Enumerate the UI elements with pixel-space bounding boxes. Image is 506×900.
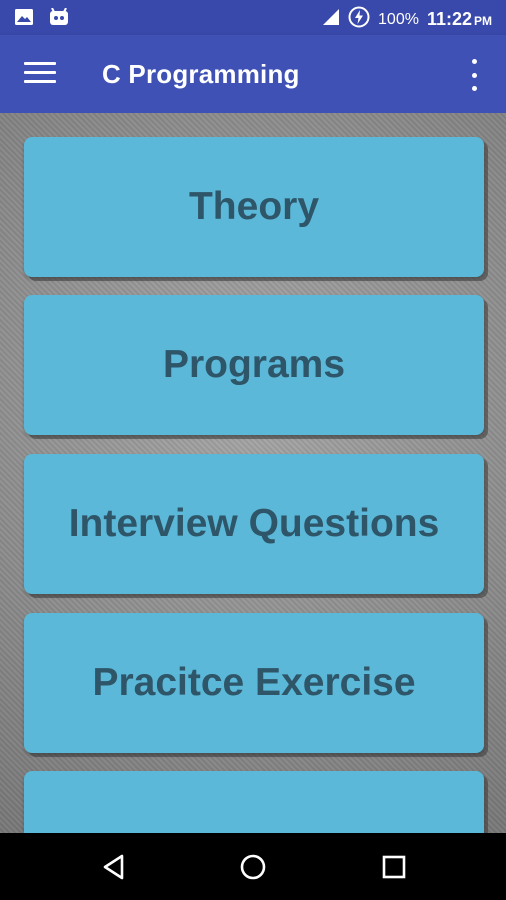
menu-card-label: Interview Questions [68, 502, 440, 545]
menu-card-partial[interactable] [24, 771, 484, 833]
status-time: 11:22 PM [427, 9, 492, 30]
menu-card-theory[interactable]: Theory [24, 137, 484, 277]
menu-list: Theory Programs Interview Questions Prac… [0, 113, 506, 833]
app-title: C Programming [102, 59, 300, 89]
hamburger-menu-icon[interactable] [24, 62, 56, 86]
image-icon [14, 8, 34, 31]
home-icon[interactable] [237, 851, 269, 883]
menu-card-label: Programs [162, 343, 346, 386]
menu-card-practice-exercise[interactable]: Pracitce Exercise [24, 613, 484, 753]
time-ampm: PM [474, 14, 492, 28]
status-left-icons [14, 7, 70, 31]
time-value: 11:22 [426, 9, 472, 29]
menu-card-interview-questions[interactable]: Interview Questions [24, 454, 484, 594]
signal-icon [322, 8, 340, 31]
recents-icon[interactable] [378, 851, 410, 883]
status-bar: 100% 11:22 PM [0, 0, 506, 35]
more-vert-icon[interactable] [464, 59, 484, 91]
menu-card-label: Theory [188, 185, 320, 228]
menu-card-label: Pracitce Exercise [92, 661, 416, 704]
navigation-bar [0, 833, 506, 900]
app-bar: C Programming [0, 35, 506, 113]
android-icon [48, 7, 70, 31]
status-right-area: 100% 11:22 PM [322, 6, 492, 33]
battery-percent: 100% [378, 10, 419, 28]
battery-charging-icon [348, 6, 370, 33]
menu-card-programs[interactable]: Programs [24, 295, 484, 435]
back-icon[interactable] [98, 851, 130, 883]
